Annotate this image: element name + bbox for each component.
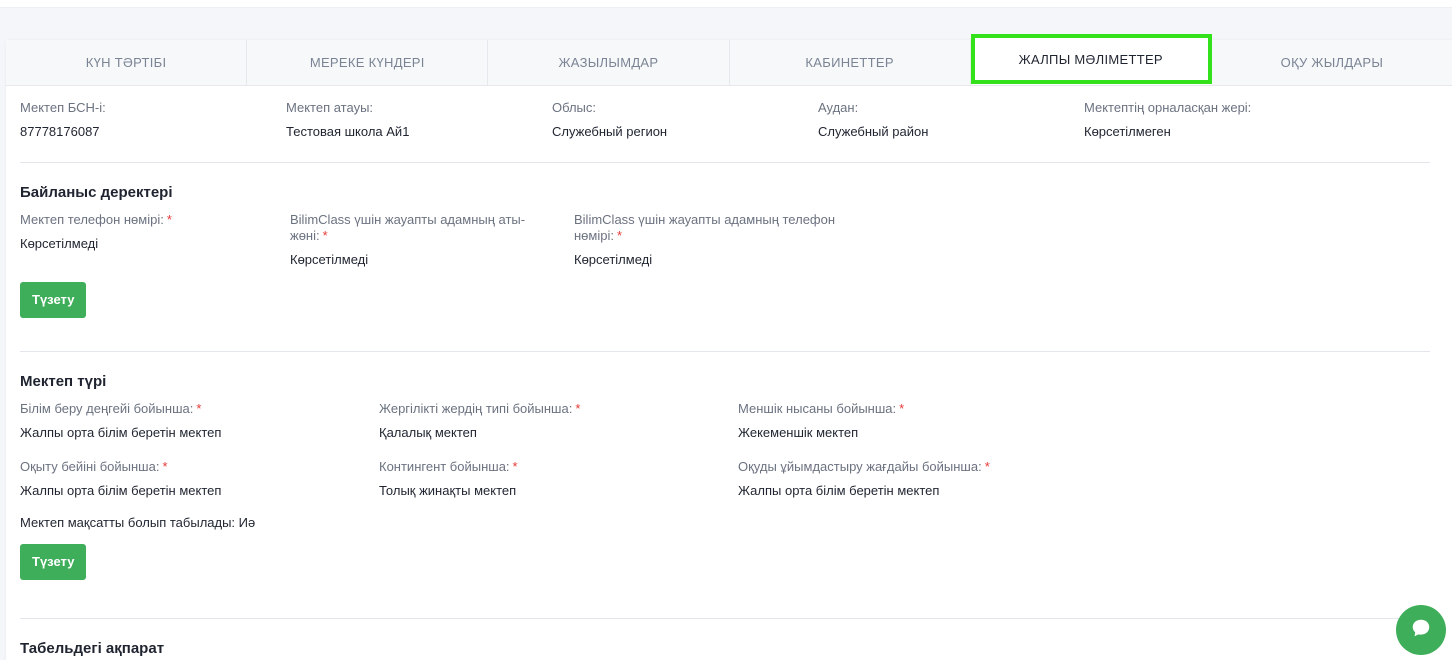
field-value: Служебный регион [552, 124, 668, 139]
field-label: Оқыту бейіні бойынша: * [20, 459, 168, 474]
edit-contacts-button[interactable]: Түзету [20, 282, 87, 318]
school-bin-field: Мектеп БСН-і: 87778176087 [20, 100, 286, 162]
field-value: Қалалық мектеп [379, 425, 477, 440]
edit-school-type-button[interactable]: Түзету [20, 544, 87, 580]
field-label: BilimClass үшін жауапты адамның аты-жөні… [290, 212, 526, 243]
field-value: Көрсетілмеді [574, 252, 653, 267]
field-label: Оқуды ұйымдастыру жағдайы бойынша: * [738, 459, 990, 474]
chat-bubble-icon [1410, 617, 1432, 644]
top-bar [0, 0, 1452, 8]
field-value: Көрсетілмеген [1084, 124, 1171, 139]
tab-daily-schedule[interactable]: КҮН ТӘРТІБІ [6, 40, 248, 85]
required-mark: * [575, 401, 581, 416]
chat-button[interactable] [1396, 605, 1446, 655]
required-mark: * [512, 459, 518, 474]
field-value: Жалпы орта білім беретін мектеп [20, 425, 222, 440]
field-label: Жергілікті жердің типі бойынша: * [379, 401, 581, 416]
district-field: Аудан: Служебный район [818, 100, 1084, 162]
required-mark: * [196, 401, 202, 416]
responsible-name-field: BilimClass үшін жауапты адамның аты-жөні… [290, 212, 574, 268]
tab-holidays[interactable]: МЕРЕКЕ КҮНДЕРІ [247, 40, 489, 85]
required-mark: * [984, 459, 990, 474]
required-mark: * [899, 401, 905, 416]
contacts-section: Байланыс деректері Мектеп телефон нөмірі… [20, 163, 1430, 352]
tab-academic-years[interactable]: ОҚУ ЖЫЛДАРЫ [1211, 40, 1452, 85]
school-type-grid: Білім беру деңгейі бойынша: * Жалпы орта … [20, 401, 1430, 517]
locality-type-field: Жергілікті жердің типі бойынша: * Қалалық… [379, 401, 738, 441]
tab-subscriptions[interactable]: ЖАЗЫЛЫМДАР [488, 40, 730, 85]
section-title: Мектеп түрі [20, 373, 107, 390]
profile-field: Оқыту бейіні бойынша: * Жалпы орта білім … [20, 459, 379, 499]
field-value: Тестовая школа Ай1 [286, 124, 410, 139]
general-info-row: Мектеп БСН-і: 87778176087 Мектеп атауы: … [20, 86, 1430, 163]
targeted-school-text: Мектеп мақсатты болып табылады: Иә [20, 515, 256, 530]
field-value: Көрсетілмеді [20, 236, 99, 251]
field-label: Аудан: [818, 100, 859, 115]
tab-classrooms[interactable]: КАБИНЕТТЕР [729, 40, 971, 85]
section-title: Байланыс деректері [20, 184, 173, 201]
required-mark: * [616, 228, 623, 243]
field-value: Көрсетілмеді [290, 252, 369, 267]
school-phone-field: Мектеп телефон нөмірі: * Көрсетілмеді [20, 212, 290, 268]
ownership-form-field: Меншік нысаны бойынша: * Жекеменшік мекте… [738, 401, 1097, 441]
tab-general-info[interactable]: ЖАЛПЫ МӘЛІМЕТТЕР [970, 34, 1212, 84]
contacts-row: Мектеп телефон нөмірі: * Көрсетілмеді Bil… [20, 212, 1430, 268]
field-label: Мектептің орналасқан жері: [1084, 100, 1252, 115]
field-label: Білім беру деңгейі бойынша: * [20, 401, 202, 416]
field-value: Жалпы орта білім беретін мектеп [20, 483, 222, 498]
field-label: Меншік нысаны бойынша: * [738, 401, 905, 416]
required-mark: * [322, 228, 328, 243]
region-field: Облыс: Служебный регион [552, 100, 818, 162]
tab-bar: КҮН ТӘРТІБІ МЕРЕКЕ КҮНДЕРІ ЖАЗЫЛЫМДАР КА… [6, 34, 1452, 86]
section-title: Табельдегі ақпарат [20, 640, 165, 657]
field-label: Контингент бойынша: * [379, 459, 518, 474]
organization-field: Оқуды ұйымдастыру жағдайы бойынша: * Жалп… [738, 459, 1097, 499]
tab-content: Мектеп БСН-і: 87778176087 Мектеп атауы: … [6, 86, 1452, 657]
contingent-field: Контингент бойынша: * Толық жинақты мекте… [379, 459, 738, 499]
field-value: Жалпы орта білім беретін мектеп [738, 483, 940, 498]
school-settings-card: КҮН ТӘРТІБІ МЕРЕКЕ КҮНДЕРІ ЖАЗЫЛЫМДАР КА… [6, 34, 1452, 660]
required-mark: * [166, 212, 172, 227]
field-value: Жекеменшік мектеп [738, 425, 859, 440]
field-value: Толық жинақты мектеп [379, 483, 517, 498]
field-value: Служебный район [818, 124, 929, 139]
field-label: Облыс: [552, 100, 597, 115]
field-label: BilimClass үшін жауапты адамның телефон … [574, 212, 836, 243]
field-value: 87778176087 [20, 124, 100, 139]
education-level-field: Білім беру деңгейі бойынша: * Жалпы орта … [20, 401, 379, 441]
required-mark: * [162, 459, 168, 474]
field-label: Мектеп атауы: [286, 100, 374, 115]
field-label: Мектеп телефон нөмірі: * [20, 212, 172, 227]
field-label: Мектеп БСН-і: [20, 100, 106, 115]
responsible-phone-field: BilimClass үшін жауапты адамның телефон … [574, 212, 858, 268]
school-name-field: Мектеп атауы: Тестовая школа Ай1 [286, 100, 552, 162]
school-type-section: Мектеп түрі Білім беру деңгейі бойынша: *… [20, 352, 1430, 619]
tabel-section: Табельдегі ақпарат [20, 619, 1452, 657]
location-field: Мектептің орналасқан жері: Көрсетілмеген [1084, 100, 1350, 162]
